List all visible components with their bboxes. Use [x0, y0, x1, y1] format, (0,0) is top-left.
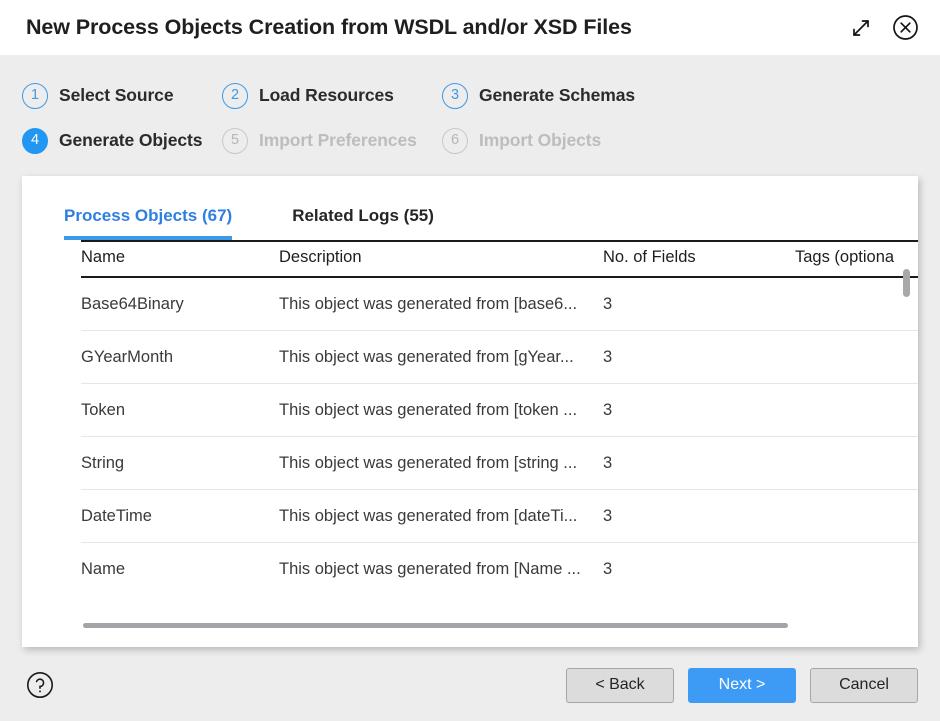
table-header-row: Name Description No. of Fields Tags (opt… [81, 240, 918, 278]
step-label: Select Source [59, 85, 174, 105]
process-objects-table: Name Description No. of Fields Tags (opt… [81, 240, 918, 595]
cell-no-of-fields: 3 [603, 489, 795, 543]
cell-name: Token [81, 383, 279, 437]
cell-name: String [81, 436, 279, 490]
cell-name: Base64Binary [81, 277, 279, 331]
cell-description: This object was generated from [base6... [279, 277, 603, 331]
tab-bar: Process Objects (67) Related Logs (55) [42, 176, 918, 240]
step-label: Load Resources [259, 85, 394, 105]
help-circle-icon[interactable] [24, 669, 56, 701]
step-number-badge: 3 [442, 82, 468, 109]
column-header-description[interactable]: Description [279, 240, 603, 278]
title-bar-actions [846, 13, 920, 43]
cell-no-of-fields: 3 [603, 330, 795, 384]
cell-no-of-fields: 3 [603, 560, 613, 578]
cell-name: DateTime [81, 489, 279, 543]
step-number-badge: 4 [22, 127, 48, 154]
wizard-steps-row-1: 1 Select Source 2 Load Resources 3 Gener… [22, 73, 940, 118]
wizard-step-import-preferences: 5 Import Preferences [222, 127, 442, 154]
table-vertical-scrollbar-thumb[interactable] [903, 269, 910, 297]
cell-description: This object was generated from [dateTi..… [279, 489, 603, 543]
table-horizontal-scrollbar[interactable] [83, 622, 913, 630]
wizard-step-generate-objects[interactable]: 4 Generate Objects [22, 127, 222, 154]
step-label: Generate Objects [59, 130, 203, 150]
cell-description: This object was generated from [string .… [279, 436, 603, 490]
wizard-steps: 1 Select Source 2 Load Resources 3 Gener… [0, 55, 940, 169]
table-row[interactable]: GYearMonth This object was generated fro… [81, 330, 918, 384]
wizard-step-import-objects: 6 Import Objects [442, 127, 602, 154]
cell-tags[interactable] [795, 383, 918, 437]
cell-no-of-fields: 3 [603, 436, 795, 490]
step-number-badge: 1 [22, 82, 48, 109]
column-header-name[interactable]: Name [81, 240, 279, 278]
expand-diagonal-icon[interactable] [846, 13, 876, 43]
close-circle-icon[interactable] [890, 13, 920, 43]
title-bar: New Process Objects Creation from WSDL a… [0, 0, 940, 55]
cell-description: This object was generated from [Name ... [279, 560, 581, 578]
cancel-button[interactable]: Cancel [810, 667, 918, 703]
step-label: Generate Schemas [479, 85, 635, 105]
content-card: Process Objects (67) Related Logs (55) N… [22, 176, 918, 647]
cell-description: This object was generated from [token ..… [279, 383, 603, 437]
column-header-tags[interactable]: Tags (optiona [795, 240, 918, 278]
next-button[interactable]: Next > [688, 667, 796, 703]
tab-related-logs[interactable]: Related Logs (55) [292, 206, 434, 240]
cell-tags[interactable] [795, 436, 918, 490]
cell-tags[interactable] [795, 489, 918, 543]
step-number-badge: 2 [222, 82, 248, 109]
tab-process-objects[interactable]: Process Objects (67) [64, 206, 233, 240]
dialog-footer: < Back Next > Cancel [0, 649, 940, 721]
table-row[interactable]: Token This object was generated from [to… [81, 383, 918, 437]
wizard-steps-row-2: 4 Generate Objects 5 Import Preferences … [22, 118, 940, 163]
cell-name: Name [81, 560, 126, 578]
cell-no-of-fields: 3 [603, 383, 795, 437]
wizard-step-generate-schemas[interactable]: 3 Generate Schemas [442, 82, 635, 109]
table-row[interactable]: String This object was generated from [s… [81, 436, 918, 490]
table-vertical-scrollbar[interactable] [902, 240, 912, 614]
table-header: Name Description No. of Fields Tags (opt… [81, 240, 918, 278]
column-header-no-of-fields[interactable]: No. of Fields [603, 240, 795, 278]
table-row[interactable]: Base64Binary This object was generated f… [81, 277, 918, 331]
cell-name: GYearMonth [81, 330, 279, 384]
cell-description: This object was generated from [gYear... [279, 330, 603, 384]
wizard-step-select-source[interactable]: 1 Select Source [22, 82, 222, 109]
table-body: Base64Binary This object was generated f… [81, 277, 918, 595]
cell-no-of-fields: 3 [603, 277, 795, 331]
process-objects-table-region: Name Description No. of Fields Tags (opt… [81, 240, 918, 614]
step-label: Import Preferences [259, 130, 417, 150]
content-card-wrapper: Process Objects (67) Related Logs (55) N… [0, 169, 940, 649]
table-row[interactable]: Name This object was generated from [Nam… [81, 543, 918, 596]
back-button[interactable]: < Back [566, 667, 674, 703]
cell-tags[interactable] [795, 330, 918, 384]
page-title: New Process Objects Creation from WSDL a… [26, 15, 632, 39]
step-number-badge: 6 [442, 127, 468, 154]
dialog-window: New Process Objects Creation from WSDL a… [0, 0, 940, 721]
footer-buttons: < Back Next > Cancel [566, 667, 918, 703]
cell-tags[interactable] [795, 543, 918, 596]
table-row[interactable]: DateTime This object was generated from … [81, 489, 918, 543]
step-label: Import Objects [479, 130, 602, 150]
table-horizontal-scrollbar-thumb[interactable] [83, 623, 788, 628]
cell-tags[interactable] [795, 277, 918, 331]
wizard-step-load-resources[interactable]: 2 Load Resources [222, 82, 442, 109]
step-number-badge: 5 [222, 127, 248, 154]
